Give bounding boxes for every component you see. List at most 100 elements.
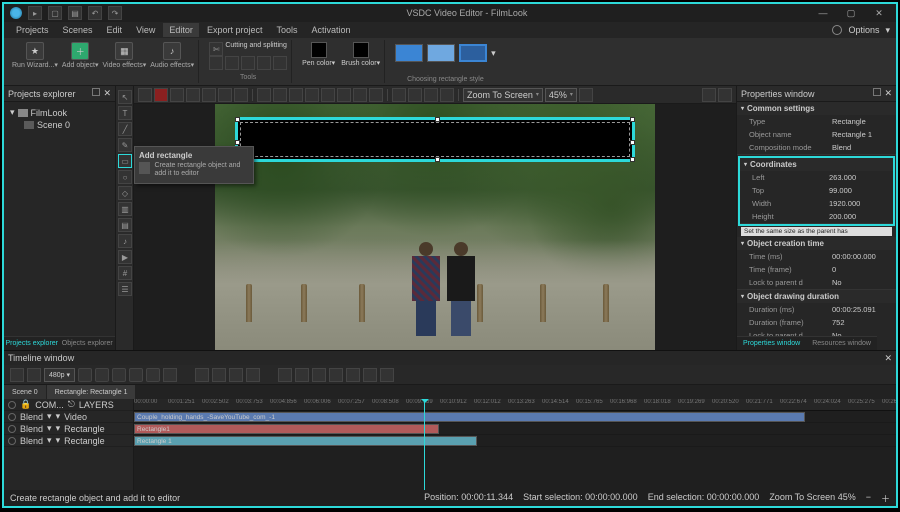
tl-del-icon[interactable] — [229, 368, 243, 382]
menu-editor[interactable]: Editor — [163, 23, 199, 37]
layer-row-0[interactable]: Blend▾▾Video — [4, 411, 133, 423]
menu-export[interactable]: Export project — [201, 23, 269, 37]
left-field[interactable]: 263.000 — [829, 173, 889, 182]
ct-align-3-icon[interactable] — [289, 88, 303, 102]
video-effects-button[interactable]: ▦Video effects▾ — [103, 42, 147, 69]
tl-prev-frame-icon[interactable] — [95, 368, 109, 382]
tab-resources[interactable]: Resources window — [806, 336, 877, 350]
ct-align-8-icon[interactable] — [369, 88, 383, 102]
sec-common[interactable]: Common settings — [737, 102, 896, 115]
cut-icon[interactable]: ✄ — [209, 42, 223, 56]
ct-order-1-icon[interactable] — [392, 88, 406, 102]
layer-row-1[interactable]: Blend▾▾Rectangle — [4, 423, 133, 435]
vtool-rectangle-icon[interactable]: ▭ — [118, 154, 132, 168]
tl-zoom-out-icon[interactable] — [295, 368, 309, 382]
ct-order-2-icon[interactable] — [408, 88, 422, 102]
run-wizard-button[interactable]: ★Run Wizard...▾ — [12, 42, 58, 69]
clip-video[interactable]: Couple_holding_hands_-SaveYouTube_com_-1 — [134, 412, 805, 422]
props-pin-icon[interactable] — [873, 88, 881, 96]
video-preview[interactable] — [215, 104, 655, 350]
ct-align-6-icon[interactable] — [337, 88, 351, 102]
vtool-video-icon[interactable]: ▶ — [118, 250, 132, 264]
tl-b-icon[interactable] — [380, 368, 394, 382]
qat-save-icon[interactable]: ▤ — [68, 6, 82, 20]
tl-play-icon[interactable] — [112, 368, 126, 382]
ct-align-4-icon[interactable] — [305, 88, 319, 102]
qat-new-icon[interactable]: ▸ — [28, 6, 42, 20]
lock-icon[interactable]: 🔒 — [20, 399, 31, 410]
dur-frame-field[interactable]: 752 — [832, 318, 892, 327]
vtool-image-icon[interactable]: ▤ — [118, 218, 132, 232]
handle-tm[interactable] — [435, 117, 440, 122]
qat-open-icon[interactable]: ▢ — [48, 6, 62, 20]
vtool-text-icon[interactable]: T — [118, 106, 132, 120]
handle-mr[interactable] — [630, 140, 635, 145]
audio-effects-button[interactable]: ♪Audio effects▾ — [150, 42, 194, 69]
ct-zoom-icon[interactable] — [579, 88, 593, 102]
same-size-hint[interactable]: Set the same size as the parent has — [741, 227, 892, 236]
tl-res-select[interactable]: 480p ▾ — [44, 368, 75, 382]
ct-align-1-icon[interactable] — [257, 88, 271, 102]
qat-undo-icon[interactable]: ↶ — [88, 6, 102, 20]
lock-parent-1[interactable]: No — [832, 278, 892, 287]
top-field[interactable]: 99.000 — [829, 186, 889, 195]
vtool-counter-icon[interactable]: # — [118, 266, 132, 280]
ct-undo-icon[interactable] — [218, 88, 232, 102]
maximize-button[interactable]: ▢ — [840, 8, 862, 19]
menu-view[interactable]: View — [130, 23, 161, 37]
sec-drawing[interactable]: Object drawing duration — [737, 290, 896, 303]
props-close-icon[interactable]: ✕ — [884, 88, 892, 99]
vtool-cursor-icon[interactable]: ↖ — [118, 90, 132, 104]
menu-scenes[interactable]: Scenes — [57, 23, 99, 37]
ct-cursor-icon[interactable] — [138, 88, 152, 102]
tl-zoom-in-icon[interactable] — [278, 368, 292, 382]
tool-btn-3[interactable] — [241, 56, 255, 70]
tl-crop-icon[interactable] — [246, 368, 260, 382]
handle-ml[interactable] — [235, 140, 240, 145]
ct-align-7-icon[interactable] — [353, 88, 367, 102]
tl-split-icon[interactable] — [212, 368, 226, 382]
tl-fit-icon[interactable] — [312, 368, 326, 382]
pen-color-button[interactable]: Pen color▾ — [302, 42, 335, 67]
zoom-pct-select[interactable]: 45% — [545, 88, 577, 102]
tl-skip-start-icon[interactable] — [78, 368, 92, 382]
handle-tl[interactable] — [235, 117, 240, 122]
playhead[interactable] — [424, 399, 425, 490]
status-zoom-minus-icon[interactable]: − — [866, 492, 871, 505]
rect-preset-1[interactable] — [395, 44, 423, 62]
time-ms-field[interactable]: 00:00:00.000 — [832, 252, 892, 261]
tree-root[interactable]: ▾FilmLook — [10, 106, 109, 119]
clip-rect-1[interactable]: Rectangle1 — [134, 424, 439, 434]
timeline-ruler[interactable]: 00:00:0000:01:25100:02:50200:03:75300:04… — [134, 399, 896, 411]
tl-a-icon[interactable] — [363, 368, 377, 382]
options-chevron-icon[interactable]: ▾ — [885, 25, 890, 36]
ct-grid-icon[interactable] — [702, 88, 716, 102]
ct-align-5-icon[interactable] — [321, 88, 335, 102]
tool-btn-2[interactable] — [225, 56, 239, 70]
height-field[interactable]: 200.000 — [829, 212, 889, 221]
minimize-button[interactable]: — — [812, 8, 834, 18]
tl-tab-rect[interactable]: Rectangle: Rectangle 1 — [47, 385, 137, 399]
tl-fwd-icon[interactable] — [27, 368, 41, 382]
vtool-shape-icon[interactable]: ◇ — [118, 186, 132, 200]
tool-btn-4[interactable] — [257, 56, 271, 70]
clip-rect-2[interactable]: Rectangle 1 — [134, 436, 477, 446]
zoom-mode-select[interactable]: Zoom To Screen — [463, 88, 543, 102]
ct-cut-icon[interactable] — [170, 88, 184, 102]
tl-loop-icon[interactable] — [163, 368, 177, 382]
add-object-button[interactable]: ＋Add object▾ — [62, 42, 99, 69]
tl-tab-scene[interactable]: Scene 0 — [4, 385, 47, 399]
ct-paste-icon[interactable] — [202, 88, 216, 102]
rect-preset-more-icon[interactable]: ▾ — [491, 48, 496, 59]
vtool-audio-icon[interactable]: ♪ — [118, 234, 132, 248]
timeline-tracks[interactable]: 00:00:0000:01:25100:02:50200:03:75300:04… — [134, 399, 896, 490]
tl-cut-icon[interactable] — [195, 368, 209, 382]
ct-redo-icon[interactable] — [234, 88, 248, 102]
tab-objects-explorer[interactable]: Objects explorer — [60, 336, 116, 350]
ct-copy-icon[interactable] — [186, 88, 200, 102]
rect-preset-2[interactable] — [427, 44, 455, 62]
rect-preset-3[interactable] — [459, 44, 487, 62]
menu-activation[interactable]: Activation — [305, 23, 356, 37]
tl-next-frame-icon[interactable] — [129, 368, 143, 382]
qat-redo-icon[interactable]: ↷ — [108, 6, 122, 20]
